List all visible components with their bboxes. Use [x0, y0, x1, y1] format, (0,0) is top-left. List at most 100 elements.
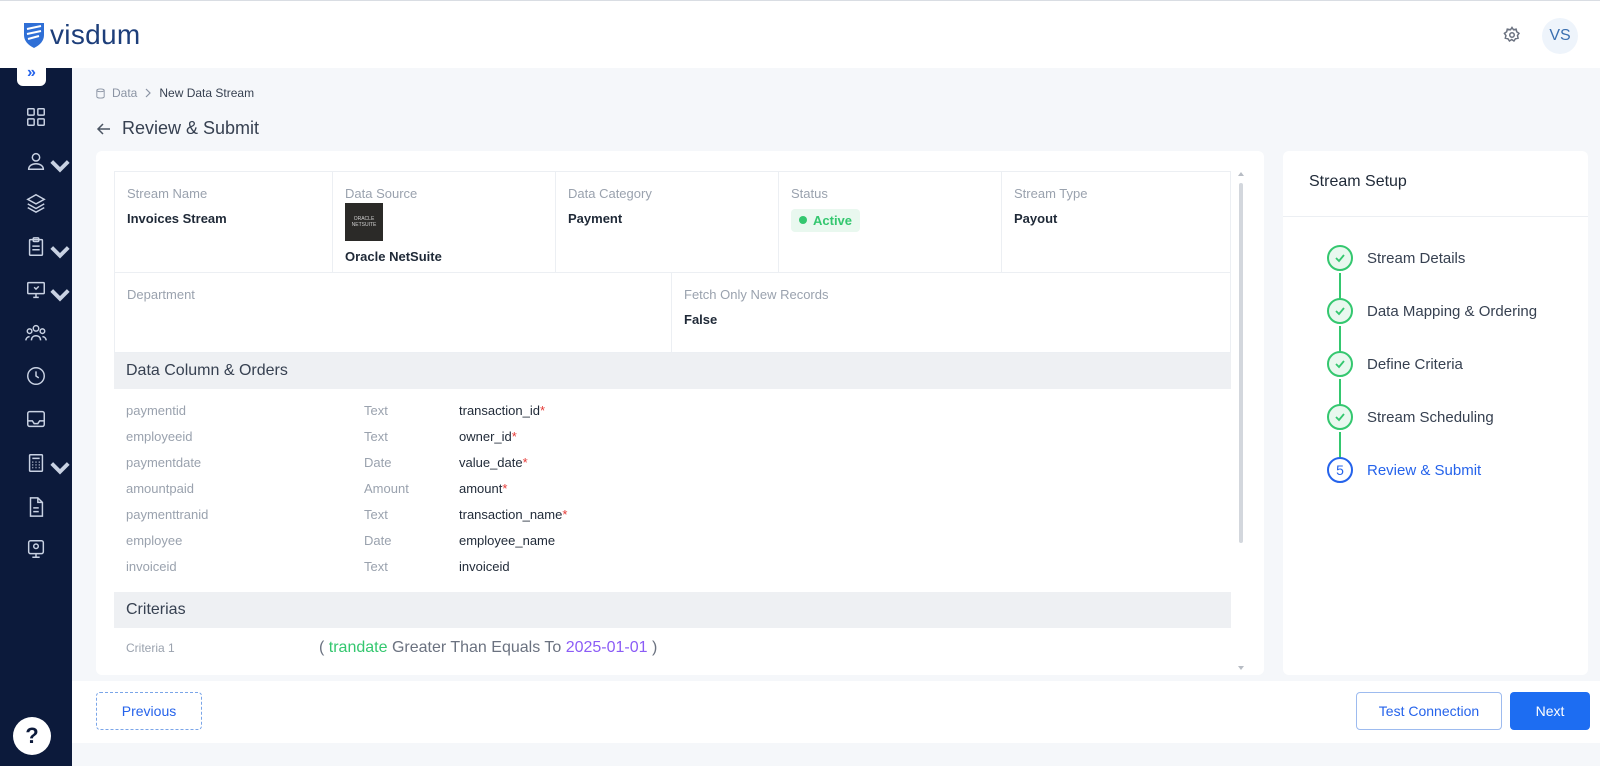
source-column: invoiceid: [126, 558, 177, 574]
breadcrumb-data-link[interactable]: Data: [112, 86, 137, 100]
column-type: Date: [364, 454, 392, 470]
data-category-label: Data Category: [568, 186, 652, 201]
list-item: invoiceid Text invoiceid: [126, 553, 726, 579]
nav-layers[interactable]: [0, 185, 72, 221]
nav-presentation[interactable]: [0, 531, 72, 567]
stream-type-value: Payout: [1014, 211, 1058, 226]
previous-button[interactable]: Previous: [96, 692, 202, 730]
list-item: employeeid Text owner_id *: [126, 423, 726, 449]
status-cell: Status Active: [779, 172, 1002, 272]
target-field: invoiceid: [459, 558, 510, 574]
scroll-up-icon[interactable]: [1238, 171, 1244, 177]
step-data-mapping[interactable]: Data Mapping & Ordering: [1327, 298, 1537, 324]
source-column: paymenttranid: [126, 506, 209, 522]
back-arrow-icon[interactable]: [96, 121, 112, 137]
nav-dashboard[interactable]: [0, 99, 72, 135]
target-field: value_date: [459, 454, 523, 470]
review-card: Stream Name Invoices Stream Data Source …: [96, 151, 1264, 675]
check-icon: [1335, 254, 1345, 263]
monitor-icon: [27, 281, 45, 299]
required-marker: *: [502, 480, 508, 496]
criteria-label: Criteria 1: [126, 641, 175, 655]
step-label: Data Mapping & Ordering: [1367, 302, 1538, 320]
step-connector: [1339, 326, 1341, 352]
step-connector: [1339, 379, 1341, 405]
shield-logo-icon: [24, 23, 44, 48]
chevron-right-icon: [145, 88, 152, 98]
nav-monitor[interactable]: [0, 272, 72, 308]
app-logo[interactable]: visdum: [22, 19, 141, 51]
step-stream-details[interactable]: Stream Details: [1327, 245, 1465, 271]
stream-setup-panel: Stream Setup Stream Details Data Mapping…: [1283, 151, 1588, 675]
criterias-header: Criterias: [114, 592, 1231, 628]
department-cell: Department: [114, 273, 672, 352]
list-item: paymenttranid Text transaction_name *: [126, 501, 726, 527]
criteria-value: 2025-01-01: [565, 639, 648, 656]
data-source-value: Oracle NetSuite: [345, 249, 442, 264]
presentation-icon: [27, 540, 45, 558]
criteria-operator: Greater Than Equals To: [391, 639, 562, 656]
column-type: Text: [364, 428, 388, 444]
status-dot: [799, 216, 807, 224]
step-connector: [1339, 273, 1341, 299]
target-field: transaction_name: [459, 506, 563, 522]
divider: [1283, 216, 1588, 217]
stream-name-label: Stream Name: [127, 186, 208, 201]
help-button[interactable]: ?: [13, 717, 51, 755]
required-marker: *: [511, 428, 517, 444]
fetch-new-records-cell: Fetch Only New Records False: [672, 273, 1231, 352]
test-connection-button[interactable]: Test Connection: [1356, 692, 1502, 730]
required-marker: *: [539, 402, 546, 418]
status-badge: Active: [791, 208, 861, 232]
nav-documents[interactable]: [0, 489, 72, 525]
app-name: visdum: [50, 19, 141, 50]
double-chevron-right-icon: »: [27, 64, 36, 81]
scrollbar-thumb[interactable]: [1239, 183, 1243, 543]
expand-sidebar-button[interactable]: »: [17, 60, 46, 86]
breadcrumb-current: New Data Stream: [159, 86, 255, 100]
user-avatar[interactable]: VS: [1542, 18, 1578, 54]
required-marker: *: [562, 506, 568, 522]
next-button[interactable]: Next: [1510, 692, 1590, 730]
step-review-submit[interactable]: 5 Review & Submit: [1327, 457, 1481, 483]
list-item: amountpaid Amount amount *: [126, 475, 726, 501]
check-icon: [1335, 307, 1345, 316]
status-value: Active: [813, 212, 853, 228]
step-define-criteria[interactable]: Define Criteria: [1327, 351, 1463, 377]
data-category-cell: Data Category Payment: [556, 172, 779, 272]
criteria-expression: ( trandate Greater Than Equals To 2025-0…: [319, 639, 657, 657]
criteria-row: Criteria 1 ( trandate Greater Than Equal…: [126, 639, 1026, 657]
source-column: paymentid: [126, 402, 186, 418]
settings-button[interactable]: [1500, 23, 1524, 47]
list-item: paymentdate Date value_date *: [126, 449, 726, 475]
vertical-scrollbar[interactable]: [1237, 171, 1245, 671]
column-type: Date: [364, 532, 392, 548]
nav-clipboard[interactable]: [0, 229, 72, 265]
data-category-value: Payment: [568, 211, 623, 226]
step-check-icon: [1327, 298, 1353, 324]
chevron-down-icon: [50, 160, 70, 173]
page-title: Review & Submit: [122, 118, 260, 138]
criteria-field: trandate: [328, 639, 388, 656]
nav-history[interactable]: [0, 358, 72, 394]
top-header: visdum VS: [0, 0, 1600, 68]
list-item: employee Date employee_name: [126, 527, 726, 553]
page-header: Review & Submit: [96, 118, 259, 139]
source-column: employeeid: [126, 428, 193, 444]
step-stream-scheduling[interactable]: Stream Scheduling: [1327, 404, 1494, 430]
step-check-icon: [1327, 351, 1353, 377]
data-source-cell: Data Source ORACLE NETSUITE Oracle NetSu…: [333, 172, 556, 272]
check-icon: [1335, 413, 1345, 422]
nav-users[interactable]: [0, 143, 72, 179]
nav-inbox[interactable]: [0, 401, 72, 437]
stream-setup-title: Stream Setup: [1309, 173, 1407, 190]
document-icon: [29, 497, 44, 517]
gear-icon: [1503, 26, 1521, 43]
nav-calculator[interactable]: [0, 445, 72, 481]
inbox-icon: [27, 410, 45, 428]
layers-icon: [26, 193, 46, 214]
check-icon: [1335, 360, 1345, 369]
scroll-down-icon[interactable]: [1238, 665, 1244, 671]
nav-team[interactable]: [0, 315, 72, 351]
details-row-2: Department Fetch Only New Records False: [114, 273, 1231, 353]
